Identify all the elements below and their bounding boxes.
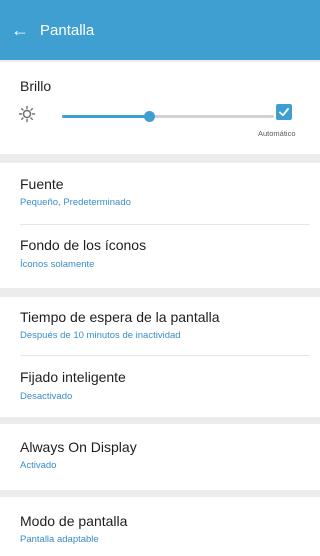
back-button[interactable]: ← xyxy=(0,0,40,60)
setting-screen-mode-value: Pantalla adaptable xyxy=(20,534,99,545)
sun-icon xyxy=(18,105,36,123)
setting-always-on-display-title: Always On Display xyxy=(20,439,137,455)
timeout-smartstay-card: Tiempo de espera de la pantalla Después … xyxy=(0,297,320,417)
setting-icon-background-title: Fondo de los íconos xyxy=(20,237,147,253)
setting-icon-background-value: Íconos solamente xyxy=(20,259,95,270)
arrow-left-icon: ← xyxy=(11,19,29,40)
setting-smart-stay[interactable]: Fijado inteligente Desactivado xyxy=(0,356,320,417)
setting-screen-mode[interactable]: Modo de pantalla Pantalla adaptable xyxy=(0,497,320,556)
setting-smart-stay-value: Desactivado xyxy=(20,391,73,402)
brightness-slider[interactable] xyxy=(62,111,274,122)
auto-brightness-label: Automático xyxy=(258,129,296,138)
check-icon xyxy=(279,108,289,117)
setting-font-value: Pequeño, Predeterminado xyxy=(20,197,131,208)
setting-screen-timeout[interactable]: Tiempo de espera de la pantalla Después … xyxy=(0,297,320,357)
setting-font[interactable]: Fuente Pequeño, Predeterminado xyxy=(0,163,320,223)
setting-always-on-display-value: Activado xyxy=(20,460,57,471)
page-title: Pantalla xyxy=(40,21,95,39)
brightness-label: Brillo xyxy=(20,78,52,94)
setting-screen-mode-title: Modo de pantalla xyxy=(20,513,128,529)
setting-font-title: Fuente xyxy=(20,176,64,192)
setting-always-on-display[interactable]: Always On Display Activado xyxy=(0,424,320,490)
setting-smart-stay-title: Fijado inteligente xyxy=(20,369,126,385)
setting-screen-timeout-value: Después de 10 minutos de inactividad xyxy=(20,330,181,341)
brightness-card: Brillo Automático xyxy=(0,62,320,154)
setting-icon-background[interactable]: Fondo de los íconos Íconos solamente xyxy=(0,225,320,288)
app-bar: ← Pantalla xyxy=(0,0,320,60)
setting-screen-timeout-title: Tiempo de espera de la pantalla xyxy=(20,309,220,325)
brightness-slider-thumb[interactable] xyxy=(143,111,155,122)
brightness-slider-fill xyxy=(62,115,149,118)
font-icons-card: Fuente Pequeño, Predeterminado Fondo de … xyxy=(0,163,320,288)
auto-brightness-checkbox[interactable] xyxy=(276,104,292,120)
